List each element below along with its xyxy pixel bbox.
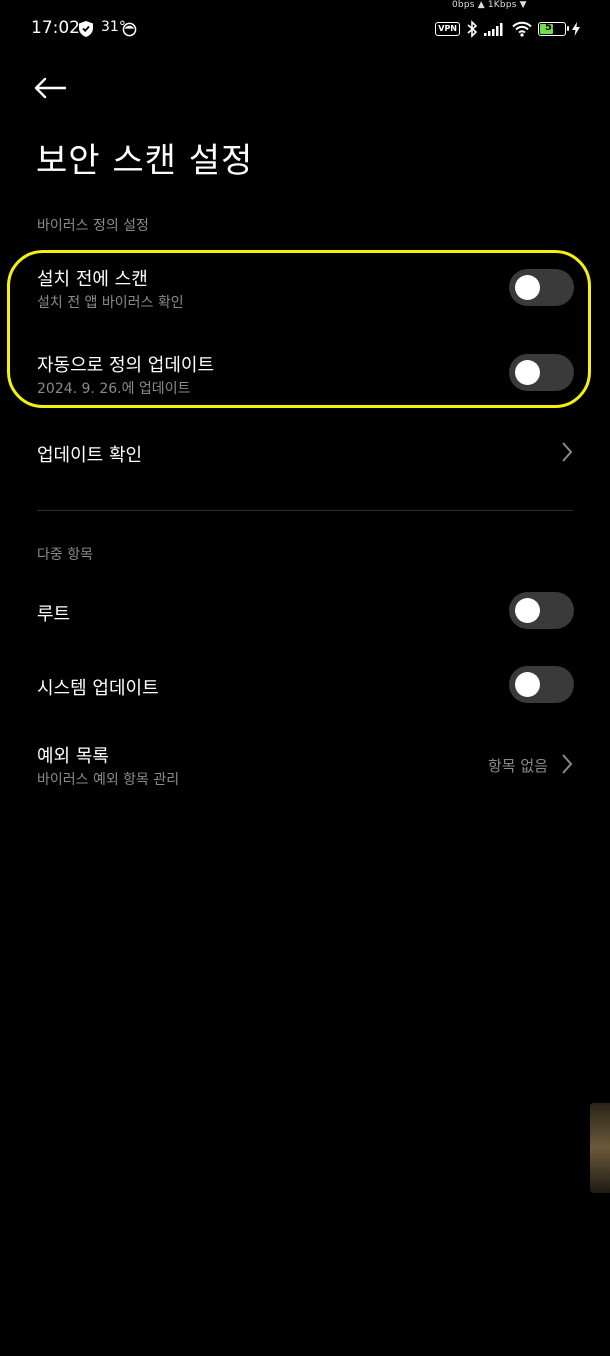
root-title: 루트 xyxy=(37,604,71,625)
screen: 0bps ▲ 1Kbps ▼ 17:02 31° VPN 58 보안 스캔 설정… xyxy=(0,0,610,1356)
exception-list-subtitle: 바이러스 예외 항목 관리 xyxy=(37,772,180,788)
check-update-row[interactable]: 업데이트 확인 xyxy=(0,432,610,476)
section-header-virus: 바이러스 정의 설정 xyxy=(37,218,149,234)
highlight-outline xyxy=(7,250,591,408)
system-update-title: 시스템 업데이트 xyxy=(37,678,159,699)
toggle-knob xyxy=(515,598,540,623)
battery-level: 58 xyxy=(545,22,559,33)
assistant-icon xyxy=(122,22,137,37)
root-toggle[interactable] xyxy=(509,592,574,629)
section-header-multi: 다중 항목 xyxy=(37,547,93,563)
floating-window-thumbnail[interactable] xyxy=(590,1103,610,1193)
toggle-knob xyxy=(515,672,540,697)
bluetooth-icon xyxy=(467,20,478,38)
section-divider xyxy=(37,510,573,511)
exception-list-value: 항목 없음 xyxy=(488,757,548,775)
wifi-icon xyxy=(512,21,532,37)
back-arrow-icon xyxy=(34,77,66,99)
system-update-toggle[interactable] xyxy=(509,666,574,703)
signal-icon xyxy=(484,23,503,36)
chevron-right-icon xyxy=(562,754,573,774)
exception-list-title: 예외 목록 xyxy=(37,746,109,767)
page-title: 보안 스캔 설정 xyxy=(36,141,254,181)
clock: 17:02 xyxy=(31,18,80,38)
battery-icon: 58 xyxy=(538,22,569,36)
charging-icon xyxy=(572,22,580,36)
chevron-right-icon xyxy=(562,442,573,462)
back-button[interactable] xyxy=(34,70,74,106)
battery-nub xyxy=(567,26,569,31)
check-update-title: 업데이트 확인 xyxy=(37,445,143,466)
shield-icon xyxy=(79,21,93,37)
exception-list-row[interactable]: 예외 목록 바이러스 예외 항목 관리 항목 없음 xyxy=(0,740,610,796)
network-speed: 0bps ▲ 1Kbps ▼ xyxy=(452,0,527,10)
system-update-row[interactable]: 시스템 업데이트 xyxy=(0,664,610,708)
status-icons: VPN 58 xyxy=(435,20,580,38)
status-bar: 17:02 31° VPN 58 xyxy=(0,16,610,44)
root-row[interactable]: 루트 xyxy=(0,590,610,634)
vpn-badge: VPN xyxy=(435,22,460,36)
